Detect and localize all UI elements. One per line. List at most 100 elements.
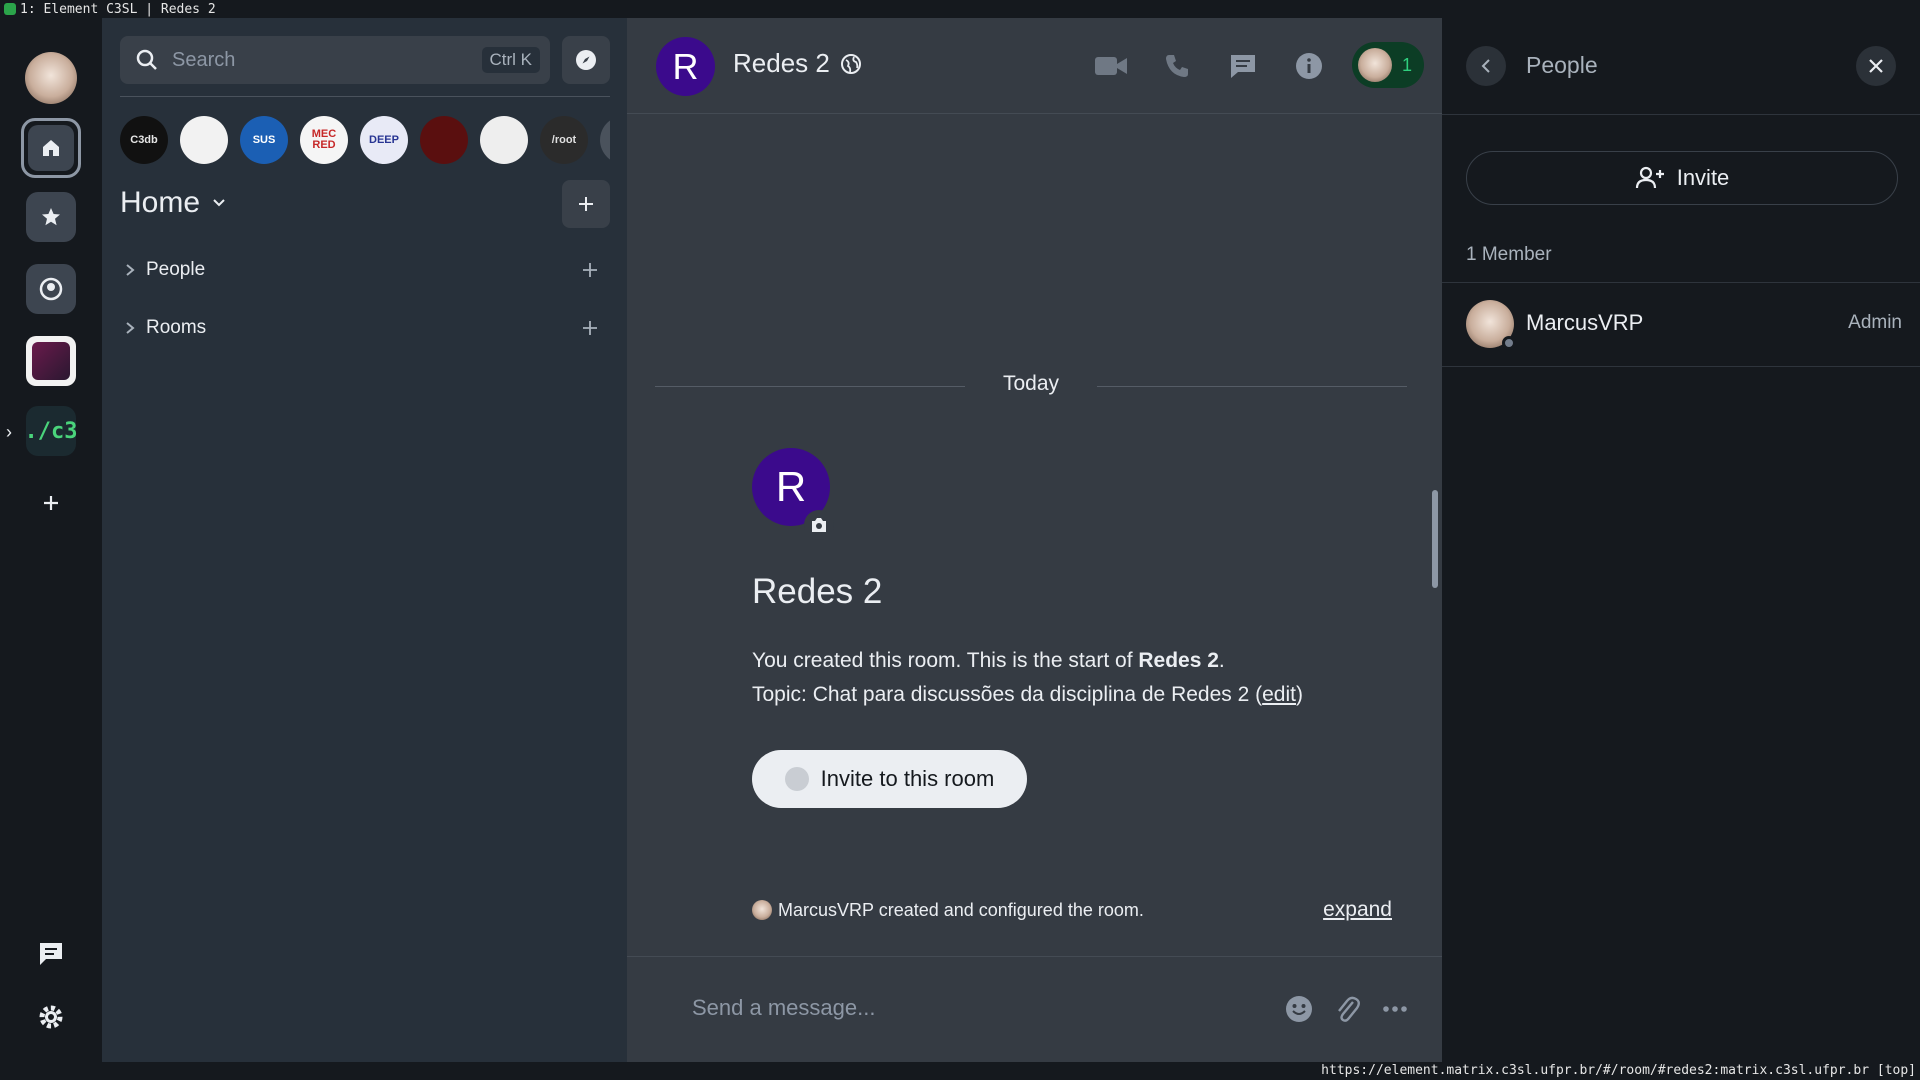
threads-icon (40, 943, 62, 965)
recent-room-avatar[interactable]: /root (540, 116, 588, 164)
divider (1442, 366, 1920, 367)
star-icon (42, 208, 60, 226)
plus-icon[interactable] (582, 320, 598, 336)
home-title[interactable]: Home (120, 186, 228, 220)
space-people[interactable] (26, 264, 76, 314)
recent-room-avatar[interactable]: MEC RED (300, 116, 348, 164)
recent-room-label: SUS (252, 133, 276, 146)
user-avatar[interactable] (25, 52, 77, 104)
window-titlebar: 1: Element C3SL | Redes 2 (0, 0, 1920, 18)
recent-room-avatar[interactable] (480, 116, 528, 164)
room-info-button[interactable] (1291, 48, 1327, 84)
space-bar: › ./c3 (0, 18, 102, 1062)
expand-link[interactable]: expand (1323, 898, 1392, 922)
home-title-text: Home (120, 186, 201, 219)
member-count-label: 1 Member (1466, 244, 1552, 265)
member-count: 1 (1402, 54, 1413, 75)
invite-to-room-button[interactable]: Invite to this room (752, 750, 1027, 808)
plus-icon (579, 197, 593, 211)
chevron-left-icon (1481, 59, 1490, 73)
created-suffix: . (1218, 649, 1225, 672)
recent-room-avatar[interactable]: DEEP (360, 116, 408, 164)
room-creation-summary: MarcusVRP created and configured the roo… (752, 896, 1392, 924)
edit-topic-link[interactable]: edit (1262, 683, 1296, 706)
recent-room-avatar[interactable]: C3db (120, 116, 168, 164)
gear-icon (39, 1005, 63, 1029)
section-rooms-label: Rooms (146, 317, 207, 338)
room-name[interactable]: Redes 2 (733, 48, 862, 79)
camera-icon (812, 518, 826, 532)
close-icon (1869, 59, 1883, 73)
right-panel-header: People (1442, 18, 1920, 115)
chevron-right-icon (120, 321, 140, 335)
space-home[interactable] (21, 118, 81, 178)
room-avatar[interactable]: R (656, 37, 715, 96)
topic-suffix: ) (1295, 683, 1303, 706)
plus-icon[interactable] (582, 262, 598, 278)
close-panel-button[interactable] (1856, 46, 1896, 86)
statusbar-url: https://element.matrix.c3sl.ufpr.br/#/ro… (0, 1062, 1920, 1080)
space-image-icon (32, 342, 70, 380)
room-header: R Redes 2 1 (627, 18, 1442, 114)
space-favourites[interactable] (26, 192, 76, 242)
create-space-button[interactable] (26, 478, 76, 528)
search-placeholder: Search (172, 48, 236, 71)
space-image[interactable] (26, 336, 76, 386)
recent-room-label: /root (551, 133, 577, 146)
recent-room-label: DEEP (369, 133, 399, 146)
add-room-button[interactable] (562, 180, 610, 228)
room-list-panel: Search Ctrl K C3db SUS MEC RED DEEP/root Ho… (102, 18, 627, 1062)
more-icon (1383, 1006, 1407, 1012)
created-room-name: Redes 2 (1138, 649, 1219, 672)
recent-rooms: C3db SUS MEC RED DEEP/root (120, 116, 610, 168)
separator-line (1097, 386, 1407, 387)
voice-call-button[interactable] (1159, 48, 1195, 84)
settings-button[interactable] (26, 992, 76, 1042)
threads-button[interactable] (26, 928, 76, 978)
space-c3[interactable]: ./c3 (25, 406, 78, 456)
presence-indicator (1502, 336, 1516, 350)
invite-to-room-label: Invite to this room (820, 766, 995, 791)
recent-room-avatar[interactable] (180, 116, 228, 164)
attachment-button[interactable] (1331, 993, 1363, 1025)
section-rooms[interactable]: Rooms (120, 310, 610, 346)
recent-room-label: MEC RED (311, 128, 337, 151)
emoji-icon (1286, 996, 1312, 1022)
video-call-button[interactable] (1093, 48, 1129, 84)
recent-room-avatar[interactable]: SUS (240, 116, 288, 164)
voice-call-icon (1166, 55, 1188, 77)
member-avatar (1358, 48, 1392, 82)
recent-room-avatar[interactable] (600, 116, 610, 164)
invite-button[interactable]: Invite (1466, 151, 1898, 205)
more-options-button[interactable] (1379, 993, 1411, 1025)
member-row[interactable]: MarcusVRP Admin (1442, 282, 1920, 366)
room-info-icon (1296, 53, 1322, 79)
search-icon (136, 49, 157, 70)
search-shortcut: Ctrl K (481, 47, 540, 73)
new-room-title: Redes 2 (752, 572, 883, 611)
upload-avatar-button[interactable] (804, 510, 834, 540)
summary-text: MarcusVRP created and configured the roo… (778, 899, 1144, 920)
emoji-button[interactable] (1283, 993, 1315, 1025)
user-add-icon (784, 767, 809, 791)
message-input[interactable]: Send a message... (692, 995, 875, 1021)
new-room-description: You created this room. This is the start… (752, 644, 1303, 712)
expand-space-chevron-icon[interactable]: › (6, 422, 12, 443)
recent-room-label: C3db (130, 133, 158, 146)
paperclip-icon (1338, 996, 1360, 1022)
threads-icon (1231, 55, 1255, 78)
topic-text: Topic: Chat para discussões da disciplin… (752, 683, 1263, 706)
section-people[interactable]: People (120, 252, 610, 288)
window-title: 1: Element C3SL | Redes 2 (20, 1, 216, 17)
timeline-scrollbar[interactable] (1432, 490, 1438, 588)
search-input[interactable]: Search Ctrl K (120, 36, 550, 84)
plus-icon (44, 496, 58, 510)
recent-room-avatar[interactable] (420, 116, 468, 164)
explore-rooms-button[interactable] (562, 36, 610, 84)
home-icon (43, 140, 59, 156)
back-button[interactable] (1466, 46, 1506, 86)
divider (120, 96, 610, 97)
member-facepile[interactable]: 1 (1352, 42, 1424, 88)
message-composer[interactable]: Send a message... (627, 956, 1442, 1062)
threads-button[interactable] (1225, 48, 1261, 84)
